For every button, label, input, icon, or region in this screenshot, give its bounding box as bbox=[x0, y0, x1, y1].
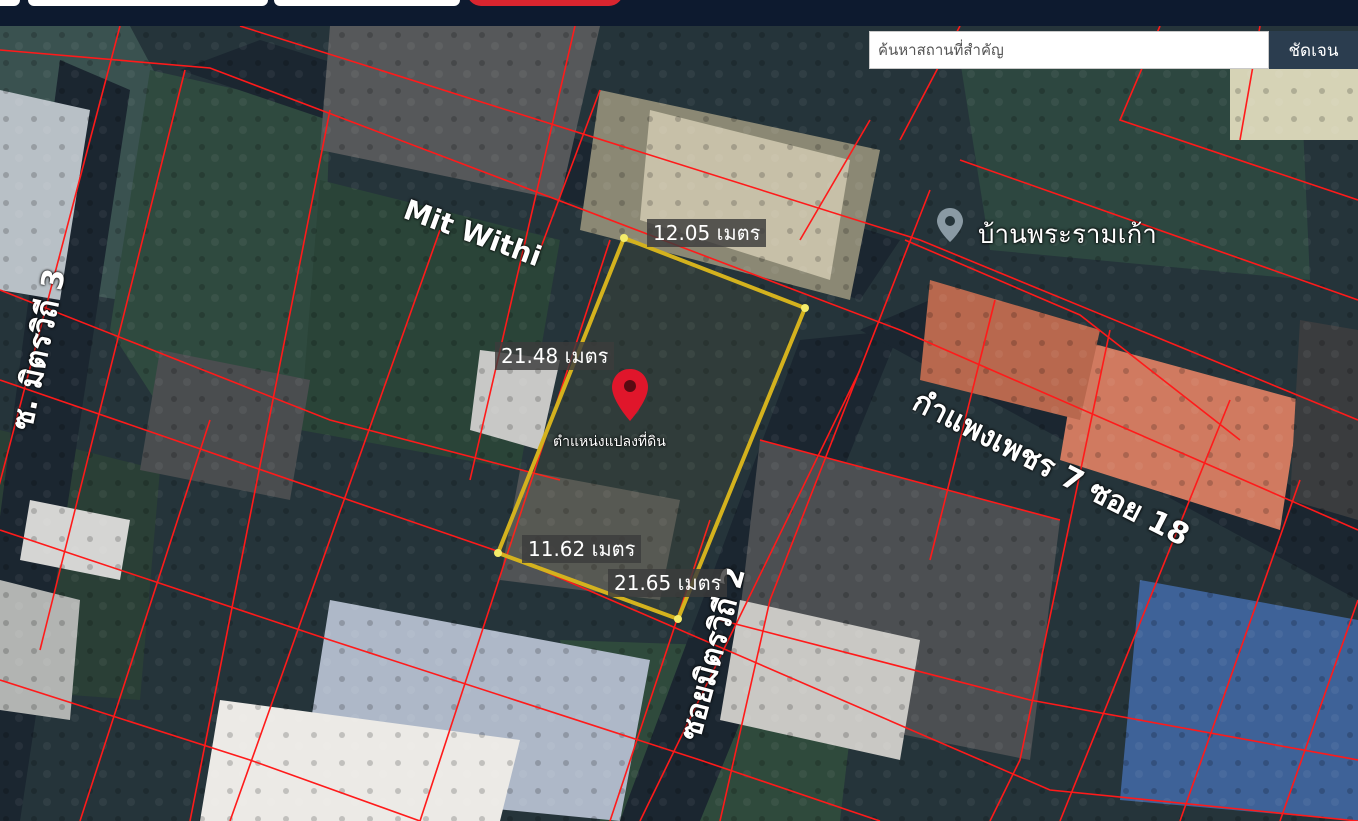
toolbar-field-1[interactable] bbox=[0, 0, 20, 6]
place-search bbox=[869, 31, 1269, 69]
top-toolbar bbox=[0, 0, 1358, 26]
clear-button[interactable]: ชัดเจน bbox=[1269, 31, 1358, 69]
map-viewport[interactable]: Mit Withi ซ. มิตรวิถี 3 ซอยมิตรวิถี 2 กำ… bbox=[0, 26, 1358, 821]
place-search-input[interactable] bbox=[870, 32, 1268, 68]
poi-label[interactable]: บ้านพระรามเก้า bbox=[978, 214, 1157, 255]
toolbar-action-button[interactable] bbox=[467, 0, 623, 6]
measurement-top: 12.05 เมตร bbox=[647, 219, 767, 247]
toolbar-field-2[interactable] bbox=[28, 0, 268, 6]
measurement-right: 21.65 เมตร bbox=[608, 569, 728, 597]
measurement-left: 21.48 เมตร bbox=[495, 342, 615, 370]
toolbar-field-3[interactable] bbox=[274, 0, 460, 6]
plot-pin-label: ตำแหน่งแปลงที่ดิน bbox=[553, 434, 666, 450]
measurement-bottom: 11.62 เมตร bbox=[522, 535, 642, 563]
